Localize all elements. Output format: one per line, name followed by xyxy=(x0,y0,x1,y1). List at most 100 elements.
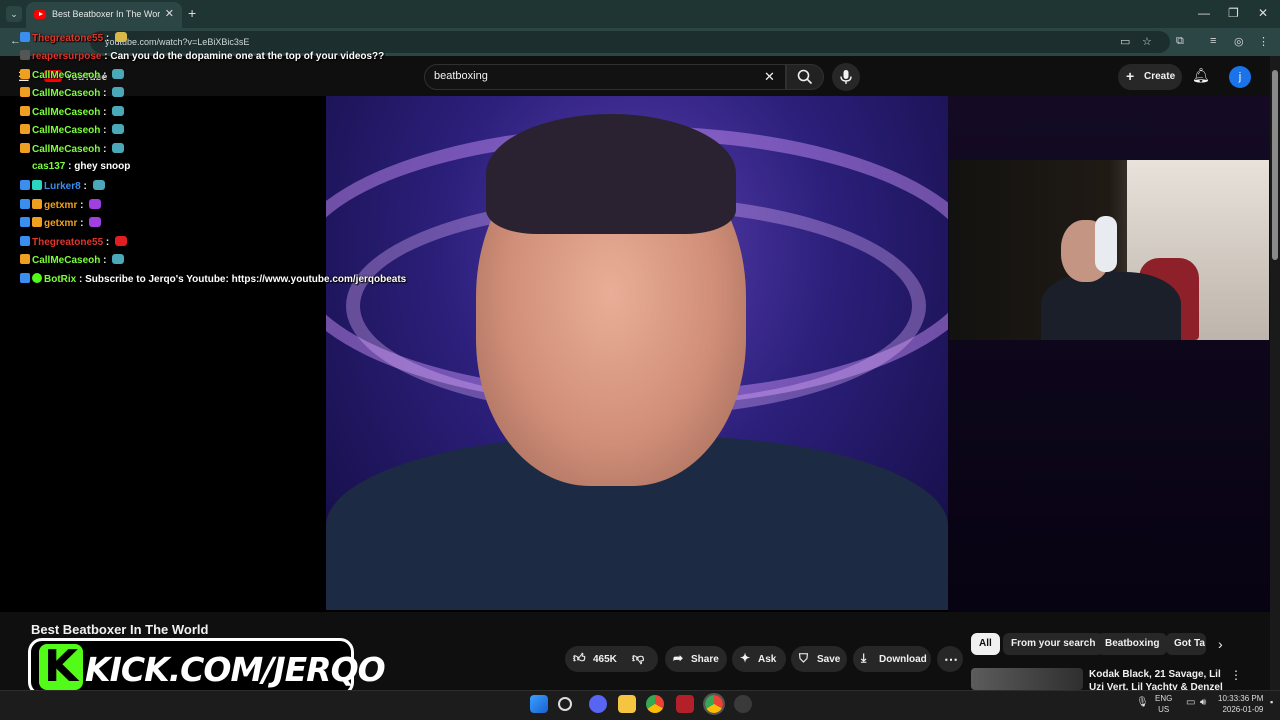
close-window-button[interactable]: ✕ xyxy=(1258,6,1268,20)
chat-text: ghey snoop xyxy=(74,161,131,172)
badge-icon xyxy=(20,254,30,264)
clock-date: 2026-01-09 xyxy=(1222,705,1264,714)
search-query-text[interactable]: beatboxing xyxy=(434,70,488,82)
chip-got-talent[interactable]: Got Ta xyxy=(1166,633,1206,655)
display-tray-icon[interactable]: ▭ xyxy=(1186,697,1195,708)
recommendation-menu-icon[interactable]: ⋮ xyxy=(1230,668,1242,682)
create-label: Create xyxy=(1144,71,1176,82)
download-button[interactable]: ⤓ Download xyxy=(853,646,931,672)
badge-icon xyxy=(20,199,30,209)
chat-message: CallMeCaseoh : xyxy=(20,87,125,103)
download-icon: ⤓ xyxy=(861,651,867,665)
browser-tab[interactable]: Best Beatboxer In The World - YouTube ✕ xyxy=(26,2,182,28)
windows-start-icon[interactable] xyxy=(530,695,548,713)
bookmark-star-icon[interactable]: ☆ xyxy=(1142,35,1152,48)
profile-icon[interactable]: ◎ xyxy=(1234,35,1244,48)
chat-message: Lurker8 : xyxy=(20,180,105,196)
windows-taskbar xyxy=(0,690,1280,720)
file-explorer-icon[interactable] xyxy=(618,695,636,713)
chat-user: Thegreatone55 xyxy=(32,237,104,248)
chat-user: CallMeCaseoh xyxy=(32,88,101,99)
voice-search-button[interactable] xyxy=(832,63,860,91)
chips-next-arrow-icon[interactable]: › xyxy=(1218,636,1223,652)
badge-icon xyxy=(20,217,30,227)
cast-icon[interactable]: ▭ xyxy=(1120,35,1130,48)
chat-message: cas137 : ghey snoop xyxy=(32,161,131,172)
clear-search-icon[interactable]: ✕ xyxy=(764,69,775,85)
emote-icon xyxy=(115,236,128,246)
chat-message: Thegreatone55 : xyxy=(20,32,128,48)
chip-beatboxing[interactable]: Beatboxing xyxy=(1097,633,1168,655)
sparkle-icon: ✦ xyxy=(740,651,751,665)
tab-close-icon[interactable]: ✕ xyxy=(165,7,174,20)
notifications-bell-icon[interactable]: 🔔︎ xyxy=(1192,67,1210,84)
emote-icon xyxy=(112,106,125,116)
badge-icon xyxy=(20,32,30,42)
video-frame[interactable] xyxy=(326,96,948,610)
recommendation-thumbnail[interactable] xyxy=(971,668,1083,690)
account-avatar[interactable]: j xyxy=(1229,66,1251,88)
emote-icon xyxy=(89,199,102,209)
badge-icon xyxy=(32,217,42,227)
extensions-icon[interactable]: ⧉ xyxy=(1176,35,1184,48)
badge-icon xyxy=(20,87,30,97)
volume-icon[interactable]: 🔊︎ xyxy=(1200,697,1206,708)
scrollbar-thumb[interactable] xyxy=(1272,70,1278,260)
kick-logo-overlay: K KICK.COM/JERQO xyxy=(28,638,386,696)
chrome-active-icon[interactable] xyxy=(703,693,725,715)
microphone-tray-icon[interactable]: 🎙︎ xyxy=(1136,697,1149,708)
thumbs-down-icon[interactable]: 👎︎ xyxy=(632,651,644,666)
chat-message: getxmr : xyxy=(20,217,102,233)
ask-label: Ask xyxy=(758,654,777,665)
streamer-webcam xyxy=(949,160,1269,340)
badge-icon xyxy=(20,143,30,153)
obs-icon[interactable] xyxy=(734,695,752,713)
system-clock[interactable]: 10:33:36 PM 2026-01-09 xyxy=(1218,693,1263,715)
emote-icon xyxy=(92,180,105,190)
media-controls-icon[interactable]: ≡ xyxy=(1210,35,1216,47)
kick-url-text: KICK.COM/JERQO xyxy=(85,650,386,689)
discord-icon[interactable] xyxy=(589,695,607,713)
youtube-favicon-icon xyxy=(34,10,46,19)
plus-icon: + xyxy=(1126,68,1135,84)
badge-icon xyxy=(20,236,30,246)
chat-message: reapersurpose : Can you do the dopamine … xyxy=(20,50,384,66)
search-button[interactable] xyxy=(786,64,824,90)
chat-user: Thegreatone55 xyxy=(32,33,104,44)
share-icon: ➦ xyxy=(673,651,684,665)
maximize-button[interactable]: ❐ xyxy=(1228,6,1239,20)
emote-icon xyxy=(115,32,128,42)
minimize-button[interactable]: — xyxy=(1198,6,1210,20)
chat-user: Lurker8 xyxy=(44,181,81,192)
chat-user: BotRix xyxy=(44,274,77,285)
language-indicator[interactable]: ENG US xyxy=(1155,693,1172,715)
save-button[interactable]: ⛉ Save xyxy=(791,646,847,672)
chrome-icon[interactable] xyxy=(646,695,664,713)
badge-icon xyxy=(20,50,30,60)
chat-user: CallMeCaseoh xyxy=(32,255,101,266)
chat-message: CallMeCaseoh : xyxy=(20,106,125,122)
region-code: US xyxy=(1158,705,1170,714)
thumbs-up-icon[interactable]: 👍︎ xyxy=(573,651,586,666)
media-app-icon[interactable] xyxy=(676,695,694,713)
like-dislike-segment: 👍︎ 465K 👎︎ xyxy=(565,646,658,672)
more-actions-button[interactable]: ⋯ xyxy=(937,646,963,672)
badge-icon xyxy=(32,273,42,283)
notification-center-icon[interactable]: ▪ xyxy=(1270,697,1273,707)
new-tab-button[interactable]: + xyxy=(188,5,196,21)
like-count[interactable]: 465K xyxy=(593,654,617,665)
search-taskbar-icon[interactable] xyxy=(558,697,572,711)
tab-search-button[interactable]: ⌄ xyxy=(6,6,22,22)
create-button[interactable]: + Create xyxy=(1118,64,1182,90)
headset-icon xyxy=(1095,216,1117,272)
badge-icon xyxy=(20,124,30,134)
chat-message: CallMeCaseoh : xyxy=(20,69,125,85)
chat-user: getxmr xyxy=(44,218,78,229)
share-button[interactable]: ➦ Share xyxy=(665,646,727,672)
browser-menu-icon[interactable]: ⋮ xyxy=(1258,35,1269,48)
chip-all[interactable]: All xyxy=(971,633,1000,655)
chip-from-your-search[interactable]: From your search xyxy=(1003,633,1104,655)
ask-button[interactable]: ✦ Ask xyxy=(732,646,786,672)
badge-icon xyxy=(32,180,42,190)
recommendation-title[interactable]: Kodak Black, 21 Savage, Lil Uzi Vert, Li… xyxy=(1089,668,1229,690)
